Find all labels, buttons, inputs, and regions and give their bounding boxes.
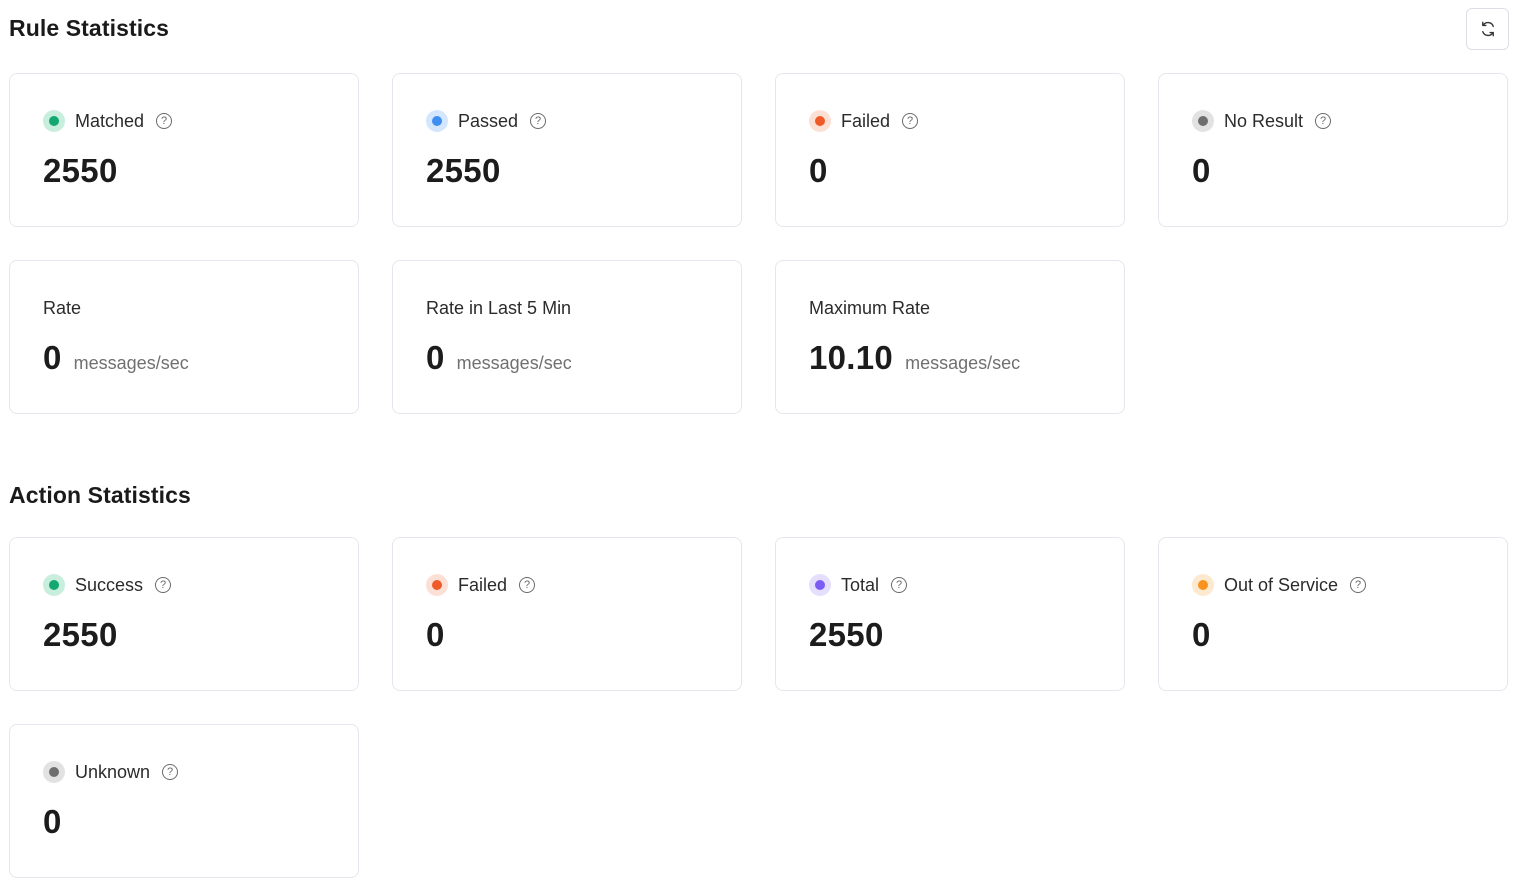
- stat-value: 0: [1192, 616, 1211, 653]
- maximum-rate-card: Maximum Rate 10.10 messages/sec: [775, 260, 1125, 414]
- stat-card-failed: Failed ? 0: [392, 537, 742, 691]
- rate-value: 0: [43, 339, 62, 376]
- action-statistics-title: Action Statistics: [9, 482, 191, 508]
- stat-label: Unknown: [75, 761, 151, 782]
- stat-value: 0: [43, 803, 62, 840]
- stat-card-total: Total ? 2550: [775, 537, 1125, 691]
- refresh-button[interactable]: [1466, 8, 1509, 50]
- status-dot-icon: [1192, 574, 1214, 596]
- stat-label: Total: [841, 574, 880, 595]
- stat-value: 2550: [43, 152, 118, 189]
- refresh-icon: [1481, 21, 1494, 37]
- rate-value: 0: [426, 339, 445, 376]
- stat-card-passed: Passed ? 2550: [392, 73, 742, 227]
- stat-card-out-of-service: Out of Service ? 0: [1158, 537, 1508, 691]
- status-dot-icon: [809, 110, 831, 132]
- rate-unit: messages/sec: [456, 353, 572, 373]
- help-circle-icon[interactable]: ?: [1350, 577, 1367, 593]
- help-circle-icon[interactable]: ?: [902, 113, 919, 129]
- stat-card-success: Success ? 2550: [9, 537, 359, 691]
- stat-card-failed: Failed ? 0: [775, 73, 1125, 227]
- rate-last-5-min-card: Rate in Last 5 Min 0 messages/sec: [392, 260, 742, 414]
- stat-value: 0: [1192, 152, 1211, 189]
- stat-value: 0: [426, 616, 445, 653]
- status-dot-icon: [43, 761, 65, 783]
- help-circle-icon[interactable]: ?: [1315, 113, 1332, 129]
- status-dot-icon: [426, 110, 448, 132]
- stat-card-matched: Matched ? 2550: [9, 73, 359, 227]
- stat-label: Success: [75, 574, 144, 595]
- stat-label: Failed: [458, 574, 508, 595]
- rate-label: Rate in Last 5 Min: [426, 298, 572, 318]
- rate-unit: messages/sec: [905, 353, 1021, 373]
- stat-value: 2550: [809, 616, 884, 653]
- status-dot-icon: [809, 574, 831, 596]
- stat-label: Matched: [75, 110, 145, 131]
- stat-value: 2550: [43, 616, 118, 653]
- help-circle-icon[interactable]: ?: [891, 577, 908, 593]
- rule-statistics-title: Rule Statistics: [9, 15, 169, 41]
- stat-value: 0: [809, 152, 828, 189]
- stat-label: No Result: [1224, 110, 1304, 131]
- help-circle-icon[interactable]: ?: [519, 577, 536, 593]
- rule-status-grid: Matched ? 2550 Passed ? 2550 Failed ? 0 …: [9, 73, 1509, 414]
- status-dot-icon: [426, 574, 448, 596]
- stat-label: Passed: [458, 110, 519, 131]
- stat-value: 2550: [426, 152, 501, 189]
- status-dot-icon: [43, 110, 65, 132]
- rate-label: Maximum Rate: [809, 298, 931, 318]
- stat-label: Failed: [841, 110, 891, 131]
- rate-unit: messages/sec: [73, 353, 189, 373]
- action-status-grid: Success ? 2550 Failed ? 0 Total ? 2550 O…: [9, 537, 1509, 878]
- help-circle-icon[interactable]: ?: [530, 113, 547, 129]
- rate-card: Rate 0 messages/sec: [9, 260, 359, 414]
- stat-card-no-result: No Result ? 0: [1158, 73, 1508, 227]
- help-circle-icon[interactable]: ?: [155, 577, 172, 593]
- help-circle-icon[interactable]: ?: [156, 113, 173, 129]
- status-dot-icon: [1192, 110, 1214, 132]
- help-circle-icon[interactable]: ?: [162, 764, 179, 780]
- rate-value: 10.10: [809, 339, 894, 376]
- stat-label: Out of Service: [1224, 574, 1339, 595]
- status-dot-icon: [43, 574, 65, 596]
- rate-label: Rate: [43, 298, 82, 318]
- stat-card-unknown: Unknown ? 0: [9, 724, 359, 878]
